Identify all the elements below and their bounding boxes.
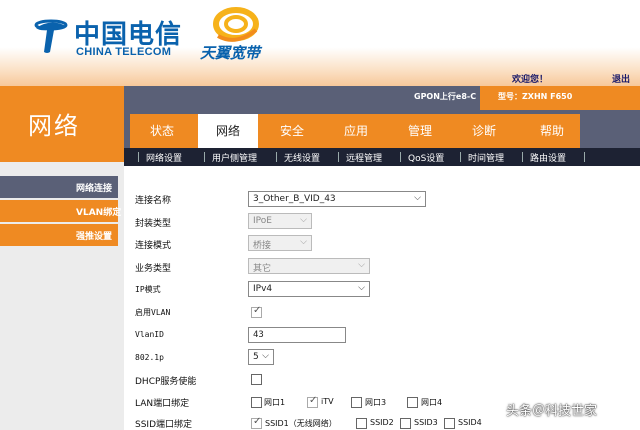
subnav-divider: [522, 152, 523, 162]
sidebar-item-force-push[interactable]: 强推设置: [0, 224, 118, 246]
sub-nav: 网络设置 用户侧管理 无线设置 远程管理 QoS设置 时间管理 路由设置: [124, 148, 640, 166]
lan-port4-checkbox[interactable]: [407, 397, 418, 408]
ssid1-checkbox[interactable]: [251, 416, 262, 429]
logo-en-text: CHINA TELECOM: [76, 46, 172, 58]
ssid4-label: SSID4: [458, 418, 482, 427]
dhcp-checkbox[interactable]: [251, 374, 262, 385]
subnav-wireless[interactable]: 无线设置: [284, 151, 320, 164]
tianyi-swirl-icon: [213, 7, 259, 42]
ssid2-checkbox[interactable]: [356, 418, 367, 429]
subnav-divider: [276, 152, 277, 162]
ip-mode-value: IPv4: [253, 284, 273, 294]
lan-port1-checkbox[interactable]: [251, 397, 262, 408]
service-type-select: 其它 ⌵: [248, 258, 370, 274]
subnav-user-side[interactable]: 用户侧管理: [212, 151, 257, 164]
sidebar-item-label: VLAN绑定: [76, 208, 122, 218]
dhcp-label: DHCP服务使能: [135, 377, 197, 387]
subnav-routing[interactable]: 路由设置: [530, 151, 566, 164]
subnav-qos[interactable]: QoS设置: [408, 151, 444, 164]
connection-form: 连接名称 3_Other_B_VID_43 ⌵ 封装类型 IPoE ⌵ 连接模式…: [124, 166, 640, 430]
vlanid-value: 43: [253, 330, 264, 340]
subnav-remote[interactable]: 远程管理: [346, 151, 382, 164]
subnav-divider: [138, 152, 139, 162]
tab-status[interactable]: 状态: [150, 122, 174, 139]
welcome-strip: 欢迎您！ 退出: [0, 72, 640, 86]
subnav-divider: [204, 152, 205, 162]
lan-port1-label: 网口1: [264, 398, 286, 407]
tab-network[interactable]: 网络: [198, 114, 258, 148]
encap-type-select: IPoE ⌵: [248, 213, 312, 229]
sidebar-item-network-connection[interactable]: 网络连接: [0, 176, 118, 198]
ssid2-label: SSID2: [370, 418, 394, 427]
conn-mode-value: 桥接: [253, 241, 272, 251]
china-telecom-logo: 中国电信 CHINA TELECOM: [30, 12, 190, 62]
chevron-down-icon: ⌵: [358, 260, 365, 270]
header-bar: GPON上行e8-C 型号：ZXHN F650: [124, 86, 640, 110]
lan-itv-checkbox[interactable]: [307, 395, 318, 408]
watermark: 头条＠科技世家: [506, 404, 598, 419]
tab-diagnostics[interactable]: 诊断: [472, 122, 496, 139]
encap-type-label: 封装类型: [135, 219, 172, 229]
tab-application[interactable]: 应用: [344, 122, 368, 139]
section-title-block: 网络: [0, 86, 124, 162]
device-type: GPON上行e8-C: [414, 92, 477, 101]
ip-mode-label: IP模式: [135, 285, 161, 294]
dot1p-select[interactable]: 5 ⌵: [248, 349, 274, 365]
sub-logo-text: 天翼宽带: [200, 44, 261, 62]
connection-name-label: 连接名称: [135, 196, 172, 206]
ssid3-checkbox[interactable]: [400, 418, 411, 429]
ssid4-checkbox[interactable]: [444, 418, 455, 429]
vlanid-label: VlanID: [135, 330, 164, 339]
model-badge: 型号：ZXHN F650: [480, 86, 640, 110]
service-type-value: 其它: [253, 264, 272, 274]
tab-security[interactable]: 安全: [280, 122, 304, 139]
chevron-down-icon: ⌵: [262, 351, 269, 361]
ssid-bind-label: SSID端口绑定: [135, 420, 193, 430]
subnav-divider: [400, 152, 401, 162]
subnav-divider: [338, 152, 339, 162]
welcome-text: 欢迎您！: [512, 75, 549, 85]
chevron-down-icon: ⌵: [414, 193, 421, 203]
subnav-divider: [584, 152, 585, 162]
main-nav: 状态 网络 安全 应用 管理 诊断 帮助: [124, 110, 640, 148]
lan-port3-checkbox[interactable]: [351, 397, 362, 408]
vlanid-input[interactable]: 43: [248, 327, 346, 343]
lan-itv-label: iTV: [321, 397, 334, 406]
sidebar: 网络连接 VLAN绑定 强推设置: [0, 162, 124, 430]
subnav-divider: [460, 152, 461, 162]
lan-port3-label: 网口3: [365, 398, 387, 407]
conn-mode-select: 桥接 ⌵: [248, 235, 312, 251]
main-nav-tabs: 状态 网络 安全 应用 管理 诊断 帮助: [130, 114, 580, 148]
chevron-down-icon: ⌵: [300, 237, 307, 247]
sidebar-item-vlan-binding[interactable]: VLAN绑定: [0, 200, 122, 222]
lan-bind-label: LAN端口绑定: [135, 399, 190, 409]
ssid1-label: SSID1（无线网络）: [265, 419, 337, 428]
subnav-time[interactable]: 时间管理: [468, 151, 504, 164]
ip-mode-select[interactable]: IPv4 ⌵: [248, 281, 370, 297]
tab-management[interactable]: 管理: [408, 122, 432, 139]
service-type-label: 业务类型: [135, 264, 172, 274]
dot1p-value: 5: [253, 352, 259, 362]
encap-type-value: IPoE: [253, 216, 272, 226]
logout-link[interactable]: 退出: [612, 72, 630, 85]
enable-vlan-checkbox[interactable]: [251, 305, 262, 318]
dot1p-label: 802.1p: [135, 353, 164, 362]
ssid3-label: SSID3: [414, 418, 438, 427]
connection-name-value: 3_Other_B_VID_43: [253, 194, 336, 204]
lan-port4-label: 网口4: [421, 398, 443, 407]
china-telecom-mark-icon: [34, 19, 68, 53]
sidebar-item-label: 强推设置: [76, 232, 113, 242]
model-text: 型号：ZXHN F650: [498, 92, 573, 101]
tab-help[interactable]: 帮助: [540, 122, 564, 139]
enable-vlan-label: 启用VLAN: [135, 308, 171, 317]
conn-mode-label: 连接模式: [135, 241, 172, 251]
chevron-down-icon: ⌵: [300, 215, 307, 225]
connection-name-select[interactable]: 3_Other_B_VID_43 ⌵: [248, 191, 426, 207]
sidebar-item-label: 网络连接: [76, 184, 113, 194]
tianyi-broadband-logo: 天翼宽带: [196, 6, 276, 62]
subnav-network-settings[interactable]: 网络设置: [146, 151, 182, 164]
section-title: 网络: [28, 112, 80, 140]
chevron-down-icon: ⌵: [358, 283, 365, 293]
